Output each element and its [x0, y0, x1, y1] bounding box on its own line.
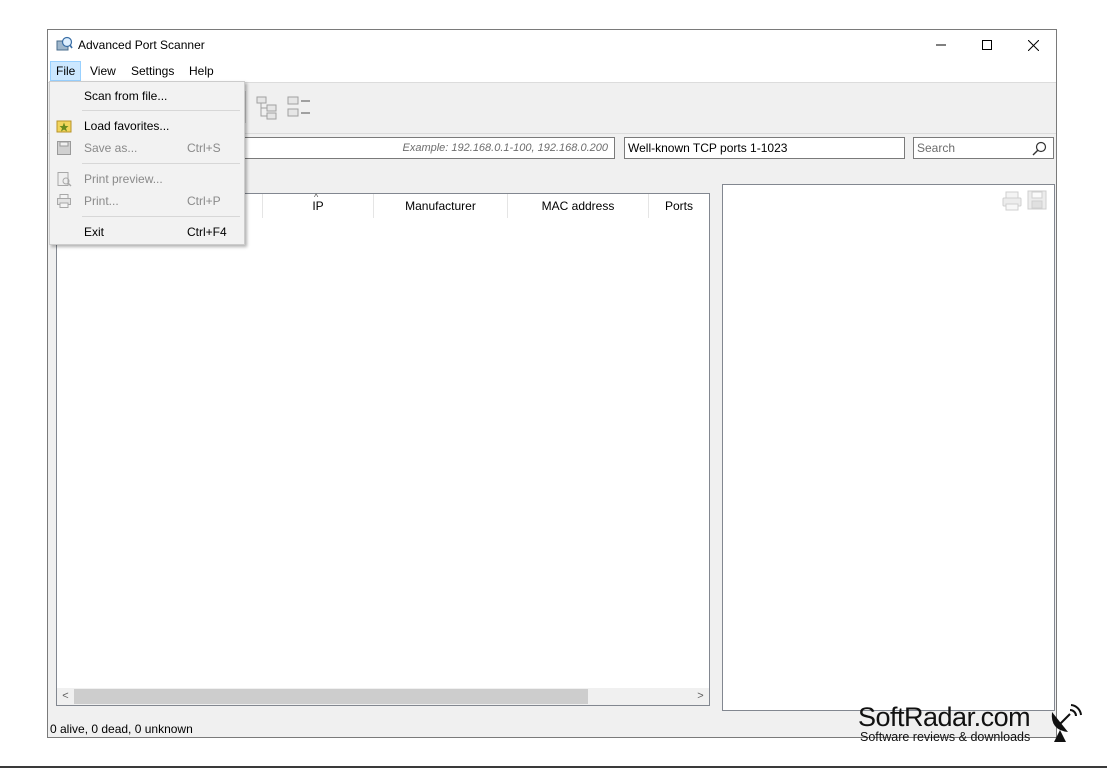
menu-item-shortcut: Ctrl+S — [187, 141, 221, 155]
print-preview-icon — [57, 172, 72, 187]
column-header-mac-label: MAC address — [541, 199, 615, 213]
column-header-ports[interactable]: Ports — [649, 194, 709, 218]
scroll-left-icon[interactable]: < — [57, 688, 74, 705]
menu-item-exit[interactable]: Exit Ctrl+F4 — [52, 221, 242, 243]
bottom-border — [0, 766, 1107, 768]
minimize-button[interactable] — [918, 30, 964, 60]
results-list[interactable]: ^ IP Manufacturer MAC address Ports < > — [56, 192, 710, 706]
collapse-all-icon[interactable] — [286, 95, 312, 121]
toolbar-separator — [245, 91, 246, 123]
save-icon — [57, 141, 71, 155]
radar-dish-icon — [1051, 704, 1082, 742]
menu-item-shortcut: Ctrl+P — [187, 194, 221, 208]
menu-separator — [82, 163, 240, 164]
save-icon[interactable] — [1027, 190, 1047, 210]
watermark-brand: SoftRadar.com — [858, 702, 1031, 732]
column-header-mac[interactable]: MAC address — [508, 194, 649, 218]
favorites-star-icon — [56, 120, 72, 133]
title-bar[interactable]: Advanced Port Scanner — [48, 30, 1056, 60]
file-menu-dropdown: Scan from file... Load favorites... Save… — [49, 81, 245, 245]
search-input[interactable]: Search — [913, 137, 1054, 159]
menu-separator — [82, 110, 240, 111]
print-icon — [57, 194, 71, 208]
print-icon[interactable] — [1001, 190, 1023, 212]
ports-value: Well-known TCP ports 1-1023 — [628, 141, 788, 155]
menu-item-label: Save as... — [84, 141, 138, 155]
app-icon — [56, 36, 73, 51]
ip-range-placeholder: Example: 192.168.0.1-100, 192.168.0.200 — [402, 142, 609, 154]
column-header-ip[interactable]: ^ IP — [263, 192, 374, 218]
menu-help[interactable]: Help — [184, 62, 219, 80]
menu-separator — [82, 216, 240, 217]
watermark: SoftRadar.com Software reviews & downloa… — [858, 702, 1098, 748]
expand-all-icon[interactable] — [256, 95, 282, 121]
minimize-icon — [936, 44, 946, 46]
menu-item-print[interactable]: Print... Ctrl+P — [52, 190, 242, 212]
menu-item-label: Print preview... — [84, 172, 163, 186]
details-panel — [722, 184, 1055, 711]
ports-field[interactable]: Well-known TCP ports 1-1023 — [624, 137, 905, 159]
column-header-ports-label: Ports — [664, 199, 693, 213]
menu-item-label: Exit — [84, 225, 105, 239]
status-text: 0 alive, 0 dead, 0 unknown — [50, 722, 193, 736]
menu-view[interactable]: View — [85, 62, 121, 80]
menu-item-print-preview[interactable]: Print preview... — [52, 168, 242, 190]
maximize-icon — [982, 40, 992, 50]
column-header-manufacturer[interactable]: Manufacturer — [374, 194, 508, 218]
menu-item-label: Scan from file... — [84, 89, 168, 103]
menu-bar: File View Settings Help — [48, 60, 1056, 82]
menu-item-save-as[interactable]: Save as... Ctrl+S — [52, 137, 242, 159]
close-button[interactable] — [1010, 30, 1056, 60]
scroll-right-icon[interactable]: > — [692, 688, 709, 705]
column-header-manufacturer-label: Manufacturer — [405, 199, 476, 213]
sort-arrow-icon: ^ — [314, 192, 319, 202]
menu-item-load-favorites[interactable]: Load favorites... — [52, 115, 242, 137]
maximize-button[interactable] — [964, 30, 1010, 60]
horizontal-scrollbar[interactable]: < > — [57, 688, 709, 705]
menu-item-shortcut: Ctrl+F4 — [187, 225, 227, 239]
search-placeholder: Search — [917, 141, 956, 155]
menu-file[interactable]: File — [50, 61, 82, 81]
ip-range-input[interactable]: Example: 192.168.0.1-100, 192.168.0.200 — [243, 137, 615, 159]
menu-settings[interactable]: Settings — [126, 62, 179, 80]
menu-item-label: Print... — [84, 194, 119, 208]
watermark-tagline: Software reviews & downloads — [860, 730, 1031, 744]
close-icon — [1027, 39, 1039, 51]
menu-item-label: Load favorites... — [84, 119, 170, 133]
search-icon[interactable] — [1032, 141, 1047, 156]
window-title: Advanced Port Scanner — [78, 38, 205, 52]
menu-item-scan-from-file[interactable]: Scan from file... — [52, 85, 242, 107]
scrollbar-thumb[interactable] — [74, 689, 588, 704]
